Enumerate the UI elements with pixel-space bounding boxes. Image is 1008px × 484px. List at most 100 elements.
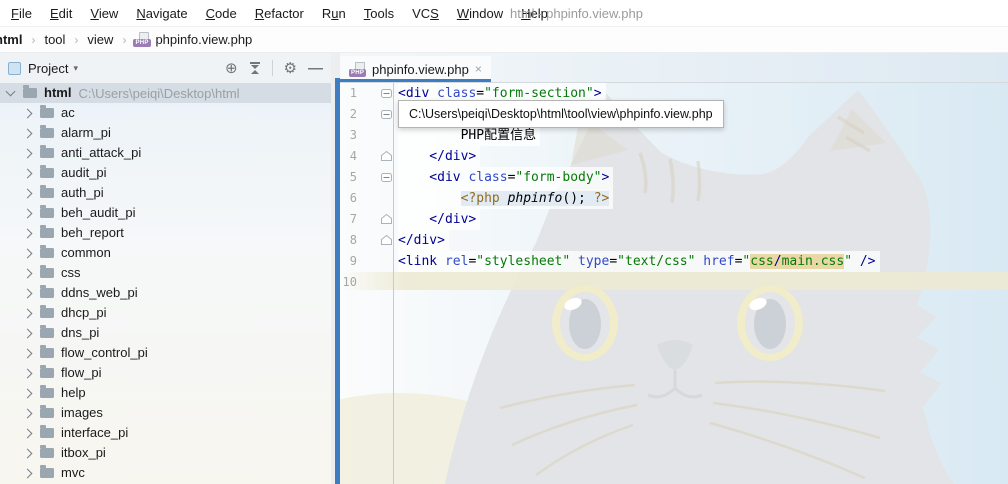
chevron-down-icon[interactable]: ▾ (73, 63, 78, 74)
chevron-right-icon[interactable] (23, 408, 33, 418)
chevron-right-icon[interactable] (23, 368, 33, 378)
tree-item-mvc[interactable]: mvc (0, 463, 331, 483)
menu-refactor[interactable]: Refactor (246, 0, 313, 27)
breadcrumb: html›tool›view› (0, 32, 131, 47)
tree-item-images[interactable]: images (0, 403, 331, 423)
chevron-right-icon[interactable] (23, 428, 33, 438)
tree-root-html[interactable]: htmlC:\Users\peiqi\Desktop\html (0, 83, 331, 103)
chevron-right-icon[interactable] (23, 308, 33, 318)
menu-navigate[interactable]: Navigate (127, 0, 196, 27)
editor-tab-strip: PHP phpinfo.view.php × (340, 53, 1008, 83)
editor[interactable]: 1<div class="form-section">23PHP配置信息4</d… (340, 83, 1008, 484)
chevron-right-icon[interactable] (23, 288, 33, 298)
code-line[interactable]: 3PHP配置信息 (340, 125, 1008, 146)
menu-run[interactable]: Run (313, 0, 355, 27)
fold-collapse-icon[interactable] (381, 88, 392, 99)
fold-end-icon[interactable] (381, 235, 392, 246)
tree-item-alarm_pi[interactable]: alarm_pi (0, 123, 331, 143)
code-token: phpinfo (508, 191, 563, 206)
gear-icon[interactable]: ⚙ (284, 61, 297, 76)
chevron-right-icon[interactable] (23, 348, 33, 358)
code-line[interactable]: 10 (340, 272, 1008, 293)
chevron-right-icon[interactable] (23, 468, 33, 478)
tree-item-ddns_web_pi[interactable]: ddns_web_pi (0, 283, 331, 303)
chevron-right-icon[interactable] (23, 208, 33, 218)
tree-item-label: alarm_pi (61, 123, 111, 143)
code-token: class (468, 170, 507, 185)
menu-window[interactable]: Window (448, 0, 512, 27)
tree-item-beh_audit_pi[interactable]: beh_audit_pi (0, 203, 331, 223)
tree-item-label: audit_pi (61, 163, 107, 183)
chevron-right-icon[interactable] (23, 148, 33, 158)
tree-item-itbox_pi[interactable]: itbox_pi (0, 443, 331, 463)
chevron-right-icon[interactable] (23, 268, 33, 278)
tree-root-path: C:\Users\peiqi\Desktop\html (78, 86, 239, 101)
code-line[interactable]: 8</div> (340, 230, 1008, 251)
tree-item-common[interactable]: common (0, 243, 331, 263)
tree-item-label: interface_pi (61, 423, 128, 443)
tree-item-beh_report[interactable]: beh_report (0, 223, 331, 243)
hide-panel-icon[interactable]: — (308, 61, 323, 76)
fold-collapse-icon[interactable] (381, 172, 392, 183)
menu-edit[interactable]: Edit (41, 0, 81, 27)
tab-phpinfo-view-php[interactable]: PHP phpinfo.view.php × (340, 56, 491, 82)
tree-item-dhcp_pi[interactable]: dhcp_pi (0, 303, 331, 323)
fold-end-icon[interactable] (381, 214, 392, 225)
chevron-right-icon[interactable] (23, 168, 33, 178)
code-line[interactable]: 5<div class="form-body"> (340, 167, 1008, 188)
line-number: 6 (340, 188, 357, 209)
chevron-right-icon[interactable] (23, 108, 33, 118)
menu-file[interactable]: File (2, 0, 41, 27)
fold-end-icon[interactable] (381, 151, 392, 162)
menu-vcs[interactable]: VCS (403, 0, 448, 27)
tree-item-help[interactable]: help (0, 383, 331, 403)
breadcrumb-html[interactable]: html (0, 32, 26, 47)
tree-item-label: dns_pi (61, 323, 99, 343)
code-line[interactable]: 9<link rel="stylesheet" type="text/css" … (340, 251, 1008, 272)
chevron-down-icon[interactable] (6, 87, 16, 97)
code-line[interactable]: 4</div> (340, 146, 1008, 167)
locate-file-icon[interactable]: ⊕ (225, 61, 238, 76)
tree-item-flow_control_pi[interactable]: flow_control_pi (0, 343, 331, 363)
close-icon[interactable]: × (475, 62, 482, 76)
project-panel-title[interactable]: Project (28, 61, 68, 76)
code-line[interactable]: 6<?php phpinfo(); ?> (340, 188, 1008, 209)
chevron-right-icon[interactable] (23, 328, 33, 338)
tree-item-css[interactable]: css (0, 263, 331, 283)
chevron-right-icon[interactable] (23, 228, 33, 238)
tree-item-audit_pi[interactable]: audit_pi (0, 163, 331, 183)
code-line[interactable]: 7</div> (340, 209, 1008, 230)
fold-collapse-icon[interactable] (381, 109, 392, 120)
tree-item-anti_attack_pi[interactable]: anti_attack_pi (0, 143, 331, 163)
code-token: </div> (398, 233, 445, 248)
code-token: (); (562, 191, 593, 206)
tree-item-label: anti_attack_pi (61, 143, 141, 163)
folder-icon (40, 188, 54, 198)
chevron-right-icon[interactable] (23, 448, 33, 458)
chevron-right-icon[interactable] (23, 388, 33, 398)
code-token: > (594, 86, 602, 101)
chevron-right-icon[interactable] (23, 188, 33, 198)
tree-item-ac[interactable]: ac (0, 103, 331, 123)
chevron-right-icon[interactable] (23, 248, 33, 258)
folder-icon (40, 128, 54, 138)
code-token: "text/css" (617, 254, 695, 269)
breadcrumb-tool[interactable]: tool (40, 32, 69, 47)
tree-item-label: css (61, 263, 81, 283)
code-token: "form-section" (484, 86, 594, 101)
chevron-right-icon[interactable] (23, 128, 33, 138)
menu-tools[interactable]: Tools (355, 0, 403, 27)
breadcrumb-file[interactable]: PHP phpinfo.view.php (131, 32, 252, 47)
collapse-all-icon[interactable] (249, 62, 261, 74)
menu-code[interactable]: Code (197, 0, 246, 27)
breadcrumb-view[interactable]: view (83, 32, 117, 47)
tree-item-auth_pi[interactable]: auth_pi (0, 183, 331, 203)
menu-view[interactable]: View (81, 0, 127, 27)
code-token: = (476, 86, 484, 101)
tab-label: phpinfo.view.php (372, 62, 469, 77)
tree-item-label: common (61, 243, 111, 263)
code-token: = (609, 254, 617, 269)
tree-item-interface_pi[interactable]: interface_pi (0, 423, 331, 443)
tree-item-flow_pi[interactable]: flow_pi (0, 363, 331, 383)
tree-item-dns_pi[interactable]: dns_pi (0, 323, 331, 343)
